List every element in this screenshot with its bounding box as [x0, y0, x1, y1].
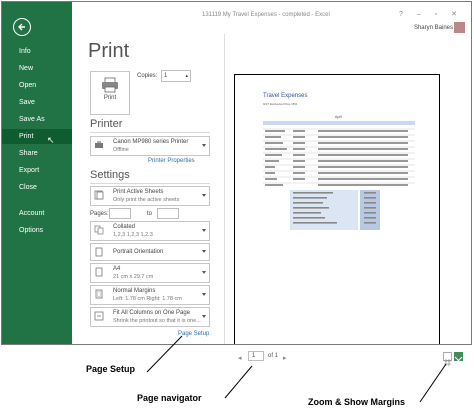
- callout-zoom-margins: Zoom & Show Margins: [308, 397, 406, 407]
- callout-page-navigator: Page navigator: [137, 393, 202, 403]
- callout-lines: [146, 335, 447, 403]
- callout-page-setup: Page Setup: [86, 364, 136, 374]
